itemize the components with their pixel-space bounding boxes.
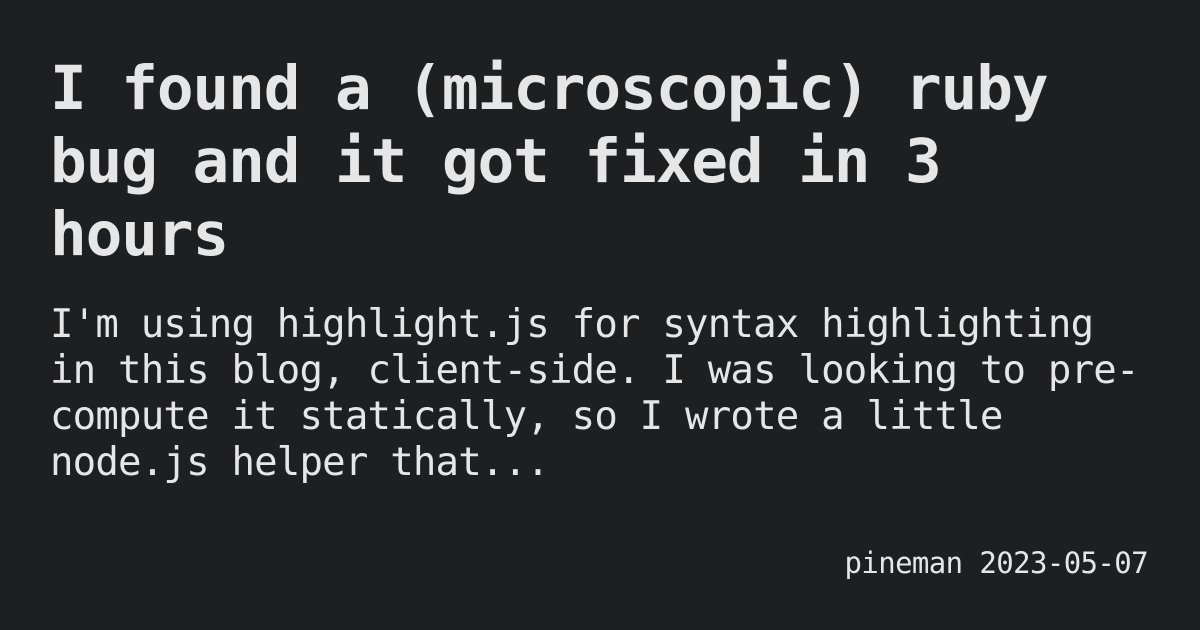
post-date: 2023-05-07 [979, 546, 1148, 580]
preview-card: I found a (microscopic) ruby bug and it … [0, 0, 1200, 630]
post-excerpt: I'm using highlight.js for syntax highli… [50, 302, 1139, 485]
byline: pineman 2023-05-07 [844, 544, 1148, 582]
author-name: pineman [844, 546, 963, 580]
post-title: I found a (microscopic) ruby bug and it … [50, 53, 1049, 270]
